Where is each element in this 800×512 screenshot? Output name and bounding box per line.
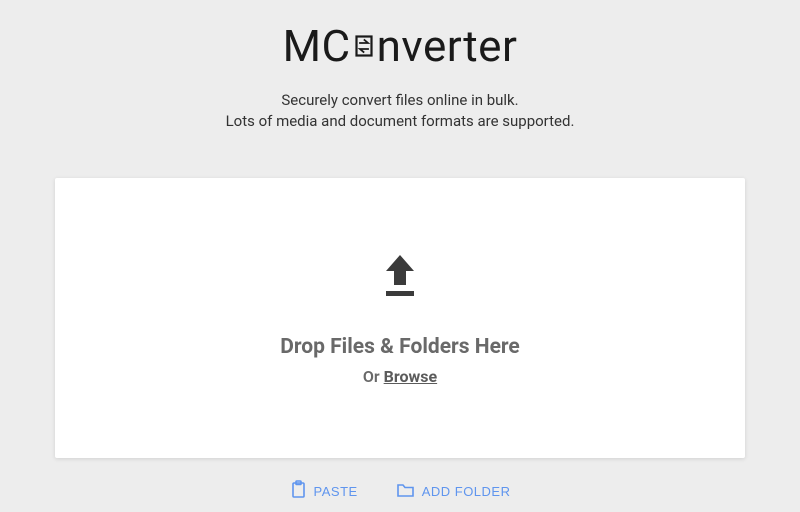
logo: MC nverter (283, 20, 518, 72)
subtitle: Securely convert files online in bulk. L… (226, 90, 575, 132)
dropzone-heading: Drop Files & Folders Here (280, 335, 520, 359)
folder-icon (396, 482, 415, 501)
convert-icon (352, 32, 376, 60)
clipboard-icon (290, 480, 307, 502)
upload-icon (378, 251, 422, 303)
paste-button[interactable]: PASTE (290, 480, 358, 502)
subtitle-line1: Securely convert files online in bulk. (226, 90, 575, 111)
add-folder-label: ADD FOLDER (422, 484, 511, 499)
browse-link[interactable]: Browse (384, 367, 437, 386)
or-prefix: Or (363, 367, 384, 386)
paste-label: PASTE (314, 484, 358, 499)
subtitle-line2: Lots of media and document formats are s… (226, 111, 575, 132)
file-dropzone[interactable]: Drop Files & Folders Here Or Browse (55, 178, 745, 458)
logo-prefix: MC (283, 20, 351, 72)
dropzone-subtext: Or Browse (363, 367, 437, 386)
action-bar: PASTE ADD FOLDER (290, 480, 511, 502)
logo-suffix: nverter (377, 20, 518, 72)
add-folder-button[interactable]: ADD FOLDER (396, 482, 511, 501)
